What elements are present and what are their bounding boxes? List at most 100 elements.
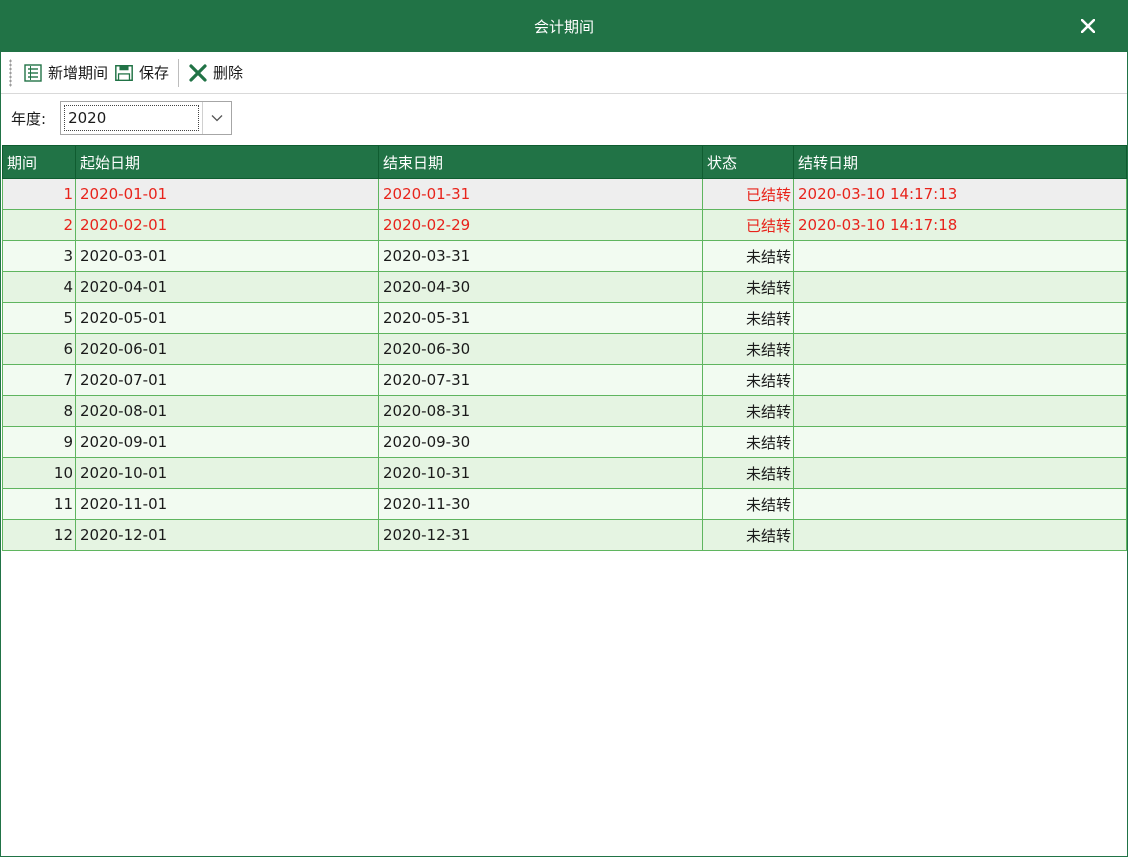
cell-start-date[interactable]: 2020-07-01 (75, 364, 379, 396)
list-add-icon (23, 63, 43, 83)
cell-end-date[interactable]: 2020-06-30 (378, 333, 703, 365)
cell-start-date[interactable]: 2020-08-01 (75, 395, 379, 427)
cell-start-date[interactable]: 2020-02-01 (75, 209, 379, 241)
year-select[interactable]: 2020 (60, 101, 233, 135)
dialog-title: 会计期间 (533, 17, 594, 36)
cell-close-date[interactable] (793, 333, 1127, 365)
save-button[interactable]: 保存 (111, 58, 172, 88)
cell-end-date[interactable]: 2020-08-31 (378, 395, 703, 427)
cell-close-date[interactable] (793, 395, 1127, 427)
delete-label: 删除 (213, 64, 244, 82)
col-header-end-date[interactable]: 结束日期 (378, 145, 703, 179)
cell-period[interactable]: 3 (2, 240, 76, 272)
cell-start-date[interactable]: 2020-09-01 (75, 426, 379, 458)
cell-close-date[interactable]: 2020-03-10 14:17:18 (793, 209, 1127, 241)
table-row[interactable]: 1 2020-01-01 2020-01-31 已结转 2020-03-10 1… (2, 178, 1127, 210)
cell-close-date[interactable] (793, 271, 1127, 303)
chevron-down-icon (211, 115, 223, 122)
delete-button[interactable]: 删除 (185, 58, 246, 88)
cell-status[interactable]: 未结转 (702, 364, 794, 396)
cell-end-date[interactable]: 2020-02-29 (378, 209, 703, 241)
cell-period[interactable]: 8 (2, 395, 76, 427)
col-header-period[interactable]: 期间 (2, 145, 76, 179)
cell-status[interactable]: 未结转 (702, 271, 794, 303)
year-filter: 年度: 2020 (1, 94, 1127, 142)
cell-close-date[interactable]: 2020-03-10 14:17:13 (793, 178, 1127, 210)
cell-start-date[interactable]: 2020-04-01 (75, 271, 379, 303)
table-row[interactable]: 9 2020-09-01 2020-09-30 未结转 (2, 426, 1127, 458)
cell-status[interactable]: 未结转 (702, 240, 794, 272)
cell-end-date[interactable]: 2020-07-31 (378, 364, 703, 396)
cell-period[interactable]: 2 (2, 209, 76, 241)
cell-period[interactable]: 12 (2, 519, 76, 551)
table-row[interactable]: 7 2020-07-01 2020-07-31 未结转 (2, 364, 1127, 396)
year-label: 年度: (11, 109, 47, 128)
cell-close-date[interactable] (793, 302, 1127, 334)
cell-start-date[interactable]: 2020-01-01 (75, 178, 379, 210)
col-header-close-date[interactable]: 结转日期 (793, 145, 1127, 179)
year-select-dropdown[interactable] (202, 102, 231, 134)
cell-status[interactable]: 未结转 (702, 488, 794, 520)
table-row[interactable]: 10 2020-10-01 2020-10-31 未结转 (2, 457, 1127, 489)
cell-start-date[interactable]: 2020-10-01 (75, 457, 379, 489)
cell-close-date[interactable] (793, 457, 1127, 489)
cell-start-date[interactable]: 2020-05-01 (75, 302, 379, 334)
save-label: 保存 (139, 64, 170, 82)
cell-status[interactable]: 未结转 (702, 519, 794, 551)
cell-end-date[interactable]: 2020-12-31 (378, 519, 703, 551)
cell-end-date[interactable]: 2020-10-31 (378, 457, 703, 489)
period-table: 期间 起始日期 结束日期 状态 结转日期 1 2020-01-01 2020-0… (2, 145, 1127, 551)
cell-period[interactable]: 6 (2, 333, 76, 365)
cell-period[interactable]: 9 (2, 426, 76, 458)
cell-status[interactable]: 已结转 (702, 209, 794, 241)
accounting-period-dialog: 会计期间 新增期间 保存 删除 年度: 2020 期间 起始日期 结束日期 状态… (0, 0, 1128, 857)
table-row[interactable]: 2 2020-02-01 2020-02-29 已结转 2020-03-10 1… (2, 209, 1127, 241)
cell-start-date[interactable]: 2020-03-01 (75, 240, 379, 272)
close-button[interactable] (1075, 13, 1101, 39)
cell-end-date[interactable]: 2020-01-31 (378, 178, 703, 210)
col-header-status[interactable]: 状态 (702, 145, 794, 179)
cell-period[interactable]: 10 (2, 457, 76, 489)
year-select-value: 2020 (64, 105, 200, 131)
col-header-start-date[interactable]: 起始日期 (75, 145, 379, 179)
table-row[interactable]: 6 2020-06-01 2020-06-30 未结转 (2, 333, 1127, 365)
toolbar-grip[interactable] (9, 58, 12, 87)
table-row[interactable]: 11 2020-11-01 2020-11-30 未结转 (2, 488, 1127, 520)
cell-period[interactable]: 5 (2, 302, 76, 334)
save-icon (114, 63, 134, 83)
cell-end-date[interactable]: 2020-05-31 (378, 302, 703, 334)
table-row[interactable]: 8 2020-08-01 2020-08-31 未结转 (2, 395, 1127, 427)
cell-close-date[interactable] (793, 240, 1127, 272)
cell-status[interactable]: 已结转 (702, 178, 794, 210)
table-row[interactable]: 5 2020-05-01 2020-05-31 未结转 (2, 302, 1127, 334)
cell-start-date[interactable]: 2020-06-01 (75, 333, 379, 365)
cell-start-date[interactable]: 2020-11-01 (75, 488, 379, 520)
cell-close-date[interactable] (793, 519, 1127, 551)
toolbar-separator (178, 58, 180, 87)
title-bar: 会计期间 (1, 0, 1127, 52)
cell-period[interactable]: 7 (2, 364, 76, 396)
add-period-button[interactable]: 新增期间 (20, 58, 111, 88)
cell-close-date[interactable] (793, 426, 1127, 458)
cell-period[interactable]: 11 (2, 488, 76, 520)
cell-end-date[interactable]: 2020-03-31 (378, 240, 703, 272)
cell-status[interactable]: 未结转 (702, 302, 794, 334)
table-header-row: 期间 起始日期 结束日期 状态 结转日期 (2, 145, 1127, 179)
cell-status[interactable]: 未结转 (702, 457, 794, 489)
table-row[interactable]: 4 2020-04-01 2020-04-30 未结转 (2, 271, 1127, 303)
cell-close-date[interactable] (793, 488, 1127, 520)
cell-start-date[interactable]: 2020-12-01 (75, 519, 379, 551)
cell-period[interactable]: 4 (2, 271, 76, 303)
cell-period[interactable]: 1 (2, 178, 76, 210)
delete-x-icon (188, 63, 208, 83)
cell-end-date[interactable]: 2020-11-30 (378, 488, 703, 520)
cell-status[interactable]: 未结转 (702, 333, 794, 365)
toolbar: 新增期间 保存 删除 (1, 52, 1127, 94)
cell-end-date[interactable]: 2020-04-30 (378, 271, 703, 303)
table-row[interactable]: 12 2020-12-01 2020-12-31 未结转 (2, 519, 1127, 551)
cell-close-date[interactable] (793, 364, 1127, 396)
cell-status[interactable]: 未结转 (702, 426, 794, 458)
cell-status[interactable]: 未结转 (702, 395, 794, 427)
cell-end-date[interactable]: 2020-09-30 (378, 426, 703, 458)
table-row[interactable]: 3 2020-03-01 2020-03-31 未结转 (2, 240, 1127, 272)
